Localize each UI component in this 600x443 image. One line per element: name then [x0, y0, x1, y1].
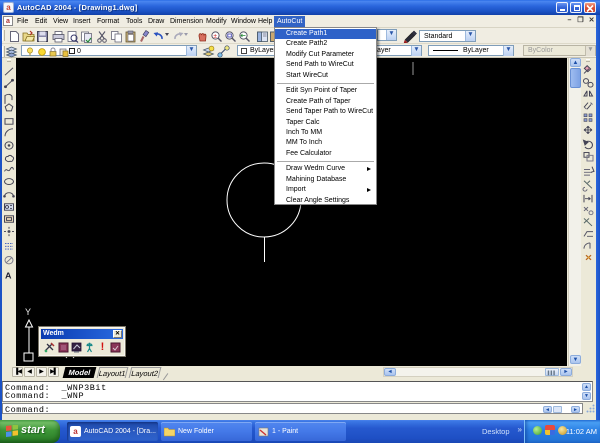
svg-text:±: ± [213, 32, 217, 39]
svg-text:Y: Y [25, 307, 31, 317]
svg-text:A: A [5, 271, 12, 281]
